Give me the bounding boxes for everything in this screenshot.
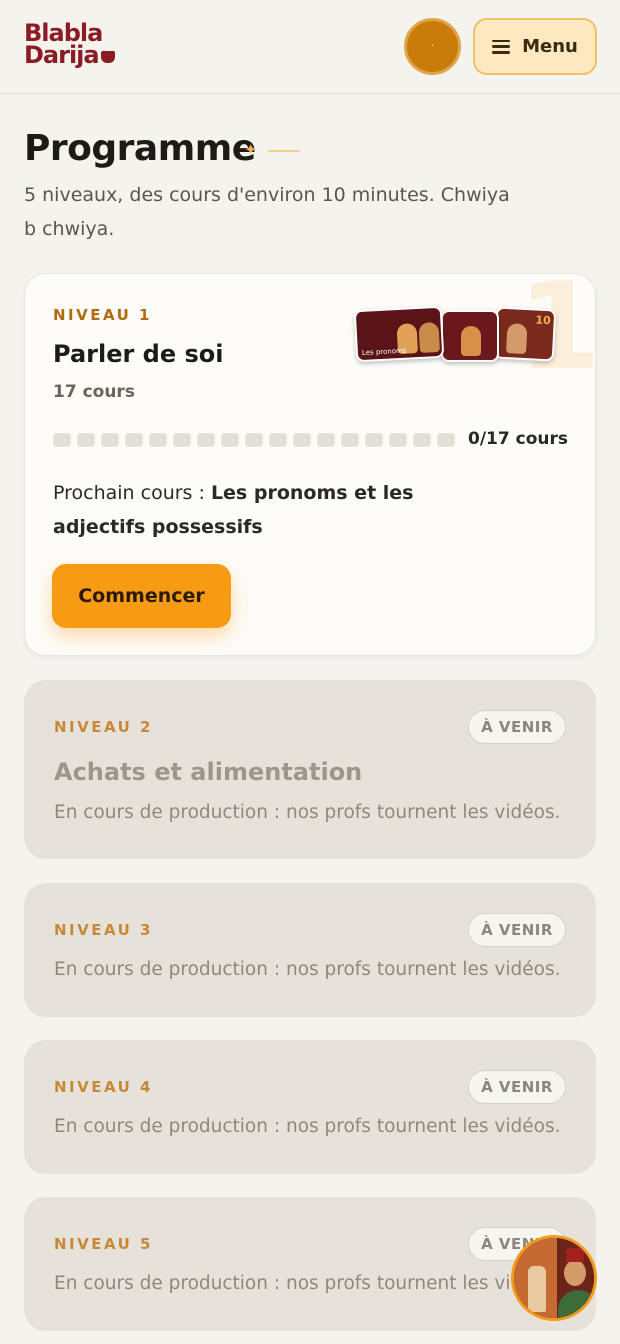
progress-segment: [389, 433, 407, 447]
teapot-icon: [528, 1266, 546, 1312]
teacher-figure: [505, 323, 528, 355]
teacher-figure: [461, 326, 481, 356]
coming-soon-badge: À VENIR: [468, 710, 566, 744]
progress-segment: [149, 433, 167, 447]
teacher-figure: [418, 321, 440, 353]
coming-soon-badge: À VENIR: [468, 913, 566, 947]
level-title: Achats et alimentation: [54, 758, 363, 786]
thumbnail-numbers: 10: [493, 306, 557, 362]
progress-segment: [413, 433, 431, 447]
coming-soon-badge: À VENIR: [468, 1070, 566, 1104]
progress-segment: [317, 433, 335, 447]
menu-button[interactable]: Menu: [473, 18, 597, 75]
level-description: En cours de production : nos profs tourn…: [54, 1116, 561, 1137]
page-subtitle: 5 niveaux, des cours d'environ 10 minute…: [24, 184, 510, 240]
next-lesson-prefix: Prochain cours :: [53, 482, 211, 504]
level-2-card: NIVEAU 2 À VENIR Achats et alimentation …: [24, 680, 596, 859]
level-4-card: NIVEAU 4 À VENIR En cours de production …: [24, 1040, 596, 1174]
thumbnail-pronoms: Les pronoms: [353, 305, 445, 363]
thumbnail-lesson-2: [441, 310, 499, 362]
progress-segment: [125, 433, 143, 447]
level-label: NIVEAU 1: [53, 306, 152, 324]
title-decoration-line: [268, 150, 300, 152]
hamburger-icon: [492, 39, 511, 54]
lesson-thumbnails: Les pronoms 10: [353, 304, 565, 364]
level-description: En cours de production : nos profs tourn…: [54, 959, 561, 980]
progress-segment: [269, 433, 287, 447]
level-title: Parler de soi: [53, 340, 224, 368]
level-1-card: 1 NIVEAU 1 Parler de soi 17 cours Les pr…: [24, 273, 596, 656]
assistant-avatar-button[interactable]: [511, 1235, 597, 1321]
level-label: NIVEAU 5: [54, 1235, 153, 1253]
level-3-card: NIVEAU 3 À VENIR En cours de production …: [24, 883, 596, 1017]
level-label: NIVEAU 2: [54, 718, 153, 736]
level-description: En cours de production : nos profs tourn…: [54, 1273, 561, 1294]
progress-segment: [341, 433, 359, 447]
start-button[interactable]: Commencer: [52, 564, 231, 628]
teacher-body: [558, 1290, 594, 1318]
progress-segment: [245, 433, 263, 447]
next-lesson: Prochain cours : Les pronoms et les adje…: [53, 476, 433, 544]
progress-segment: [53, 433, 71, 447]
progress-segment: [77, 433, 95, 447]
logo[interactable]: Blabla Darija: [24, 21, 115, 69]
level-label: NIVEAU 3: [54, 921, 153, 939]
progress-segment: [173, 433, 191, 447]
teacher-face: [564, 1260, 586, 1286]
teapot-icon: [100, 51, 115, 63]
sparkle-icon: ✦: [244, 140, 258, 159]
progress-segment: [197, 433, 215, 447]
level-description: En cours de production : nos profs tourn…: [54, 802, 561, 823]
progress-segment: [221, 433, 239, 447]
course-count: 17 cours: [53, 382, 135, 402]
top-header: Blabla Darija · Menu: [0, 0, 620, 94]
menu-label: Menu: [522, 36, 578, 57]
page-title: Programme: [24, 128, 256, 169]
progress-bar: [53, 433, 455, 447]
progress-segment: [101, 433, 119, 447]
thumbnail-caption: Les pronoms: [361, 346, 407, 357]
avatar-dot: ·: [430, 41, 435, 52]
fez-hat: [566, 1248, 584, 1262]
logo-line-2: Darija: [24, 41, 100, 69]
progress-segment: [293, 433, 311, 447]
progress-text: 0/17 cours: [468, 429, 568, 449]
progress-segment: [365, 433, 383, 447]
user-avatar-button[interactable]: ·: [404, 18, 461, 75]
level-label: NIVEAU 4: [54, 1078, 153, 1096]
progress-segment: [437, 433, 455, 447]
level-5-card: NIVEAU 5 À VENIR En cours de production …: [24, 1197, 596, 1331]
thumbnail-number: 10: [535, 313, 552, 328]
